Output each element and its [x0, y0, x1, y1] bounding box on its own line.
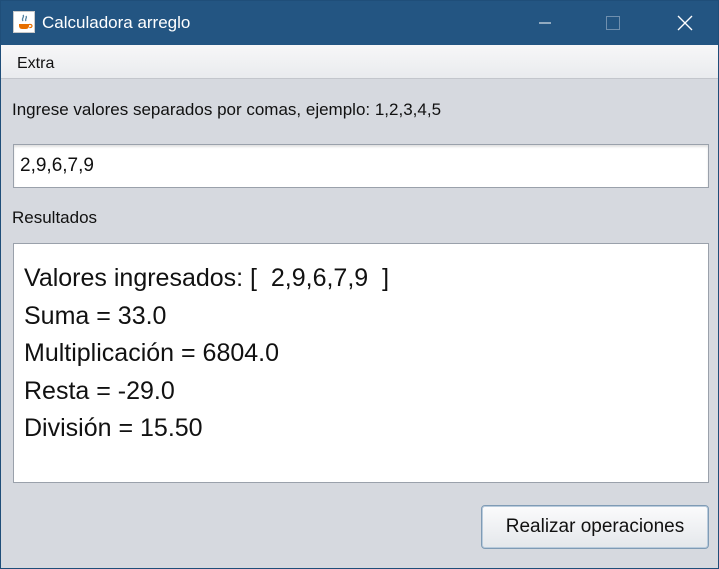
perform-operations-button[interactable]: Realizar operaciones — [481, 505, 709, 549]
maximize-button[interactable] — [589, 1, 637, 45]
menu-bar: Extra — [1, 45, 718, 79]
title-bar[interactable]: Calculadora arreglo — [1, 1, 718, 45]
results-label: Resultados — [12, 208, 98, 227]
close-icon — [677, 15, 693, 31]
minimize-button[interactable] — [521, 1, 569, 45]
result-line-values: Valores ingresados: [ 2,9,6,7,9 ] — [24, 264, 390, 292]
window-title: Calculadora arreglo — [42, 13, 191, 32]
instruction-label: Ingrese valores separados por comas, eje… — [12, 100, 442, 119]
result-line-sum: Suma = 33.0 — [24, 301, 167, 330]
java-app-icon — [13, 11, 35, 33]
minimize-icon — [539, 22, 551, 24]
result-line-subtraction: Resta = -29.0 — [24, 376, 175, 405]
maximize-icon — [606, 16, 620, 30]
values-input[interactable] — [13, 144, 709, 188]
close-button[interactable] — [661, 1, 709, 45]
result-line-multiplication: Multiplicación = 6804.0 — [24, 339, 280, 367]
results-text-area[interactable]: Valores ingresados: [ 2,9,6,7,9 ] Suma =… — [13, 243, 709, 483]
result-line-division: División = 15.50 — [24, 414, 203, 442]
app-window: Calculadora arreglo Extra Ingrese valore… — [0, 0, 719, 569]
menu-extra[interactable]: Extra — [17, 55, 54, 73]
